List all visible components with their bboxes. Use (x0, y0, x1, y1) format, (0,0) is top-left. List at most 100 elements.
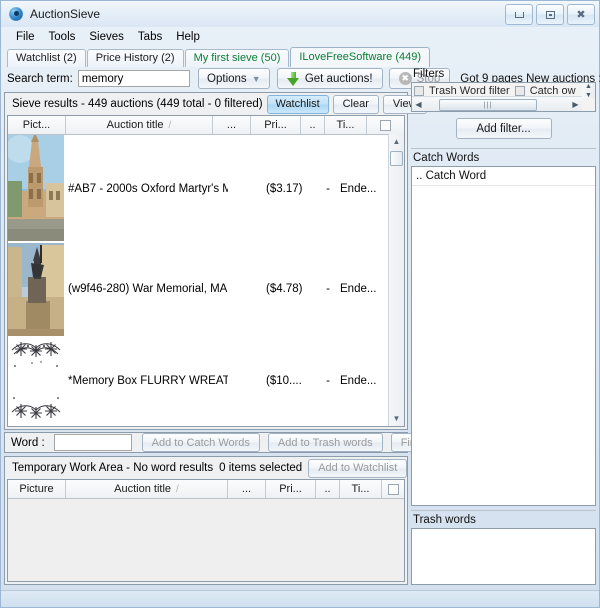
scroll-up-arrow-icon[interactable]: ▲ (585, 83, 592, 90)
title-bar: AuctionSieve ✖ (1, 1, 599, 27)
tab-my-first-sieve[interactable]: My first sieve (50) (184, 49, 290, 67)
column-select-all[interactable] (367, 116, 404, 134)
temp-column-dots-label: ... (241, 483, 252, 496)
select-all-checkbox[interactable] (387, 483, 399, 495)
sort-ascending-icon: / (176, 483, 179, 495)
trash-word-filter-checkbox[interactable] (414, 86, 424, 96)
scroll-down-arrow-icon[interactable]: ▼ (585, 92, 592, 99)
word-input[interactable] (53, 434, 132, 452)
list-item[interactable]: .. Catch Word (412, 167, 595, 186)
catch-words-list[interactable]: .. Catch Word (411, 166, 596, 506)
row-title-cell: #AB7 - 2000s Oxford Martyr's Memorial Po… (66, 183, 228, 195)
trash-words-group: Trash words (411, 513, 596, 585)
filters-vertical-scrollbar[interactable]: ▲ ▼ (582, 83, 595, 99)
column-time-label: Ti... (336, 119, 355, 132)
temp-column-bids-label: .. (324, 483, 331, 496)
filters-horizontal-scrollbar[interactable]: ◀ ||| ▶ (412, 96, 582, 111)
trash-words-list[interactable] (411, 528, 596, 585)
results-watchlist-button[interactable]: Watchlist (266, 94, 329, 114)
row-time-cell: Ende... (340, 374, 377, 387)
add-to-catch-words-button[interactable]: Add to Catch Words (141, 433, 260, 453)
sieve-results-title: Sieve results - 449 auctions (449 total … (12, 98, 263, 111)
hscrollbar-thumb[interactable]: ||| (439, 99, 537, 111)
temp-table-header: Picture Auction title / ... Pri... .. Ti… (8, 480, 404, 500)
row-bids-cell: - (326, 374, 330, 387)
temporary-work-area-panel: Temporary Work Area - No word results 0 … (4, 456, 408, 585)
filters-label: Filters (413, 68, 445, 80)
hscrollbar-track[interactable]: ||| (425, 98, 569, 111)
column-auction-title[interactable]: Auction title / (66, 116, 213, 135)
temporary-work-area-title: Temporary Work Area - No word results (12, 462, 214, 475)
menu-help[interactable]: Help (169, 29, 207, 45)
temporary-work-area-table: Picture Auction title / ... Pri... .. Ti… (7, 479, 405, 582)
row-time-cell: Ende... (340, 182, 377, 195)
flurry-wreath-rubber-stamp-thumbnail (8, 335, 64, 426)
scroll-down-arrow-icon[interactable]: ▼ (389, 411, 404, 426)
row-title-text: *Memory Box FLURRY WREATH Rubber Stamp (68, 374, 228, 387)
minimize-icon (514, 11, 524, 18)
column-price-label: Pri... (264, 119, 287, 132)
column-auction-title-label: Auction title (106, 119, 164, 132)
oxford-martyrs-memorial-postcard-thumbnail (8, 135, 64, 242)
items-selected-count: 0 items selected (219, 462, 303, 475)
column-bids[interactable]: .. (301, 116, 325, 135)
close-button[interactable]: ✖ (567, 4, 595, 25)
temp-column-bids[interactable]: .. (316, 480, 340, 499)
row-bids-cell: - (326, 283, 330, 296)
temp-column-picture[interactable]: Picture (8, 480, 66, 499)
menu-file[interactable]: File (9, 29, 42, 45)
column-picture[interactable]: Pict... (8, 116, 66, 135)
table-row[interactable]: #AB7 - 2000s Oxford Martyr's Memorial Po… (8, 135, 404, 244)
close-icon: ✖ (576, 8, 586, 21)
left-column: Search term: Options ▼ Get auctions! ✖ S… (4, 67, 600, 585)
options-button[interactable]: Options ▼ (197, 68, 270, 90)
select-all-checkbox[interactable] (380, 119, 391, 131)
table-row[interactable]: (w9f46-280) War Memorial, MANCHESTER 19V… (8, 242, 404, 337)
options-label: Options (207, 72, 247, 85)
temp-column-time[interactable]: Ti... (340, 480, 382, 499)
chevron-down-icon: ▼ (251, 73, 261, 84)
temp-column-price[interactable]: Pri... (266, 480, 316, 499)
temp-column-select-all[interactable] (382, 480, 404, 498)
filters-list[interactable]: Trash Word filter Catch ow ▲ ▼ ◀ ||| ▶ (411, 82, 596, 112)
tab-ilovefreesoftware[interactable]: ILoveFreeSoftware (449) (290, 47, 431, 67)
scroll-left-arrow-icon[interactable]: ◀ (412, 100, 425, 109)
minimize-button[interactable] (505, 4, 533, 25)
word-label: Word : (11, 436, 45, 449)
row-picture-cell (8, 135, 66, 244)
tab-price-history[interactable]: Price History (2) (86, 49, 184, 67)
scroll-up-arrow-icon[interactable]: ▲ (389, 134, 404, 149)
results-clear-button[interactable]: Clear (332, 94, 379, 114)
catch-word-filter-checkbox[interactable] (514, 86, 525, 96)
column-time[interactable]: Ti... (325, 116, 367, 135)
maximize-button[interactable] (536, 4, 564, 25)
column-bids-label: .. (309, 119, 316, 132)
scroll-right-arrow-icon[interactable]: ▶ (569, 100, 582, 109)
menu-sieves[interactable]: Sieves (82, 29, 131, 45)
get-auctions-button[interactable]: Get auctions! (276, 68, 383, 90)
search-term-label: Search term: (7, 72, 73, 85)
add-to-trash-words-button[interactable]: Add to Trash words (267, 433, 383, 453)
menu-tools[interactable]: Tools (42, 29, 83, 45)
temp-column-auction-title[interactable]: Auction title / (66, 480, 228, 499)
scrollbar-track[interactable] (389, 149, 404, 411)
scrollbar-thumb[interactable] (390, 151, 403, 167)
auctionsieve-globe-icon (9, 7, 23, 21)
tab-strip: Watchlist (2) Price History (2) My first… (1, 46, 599, 67)
results-table: Pict... Auction title / ... Pri... .. Ti… (7, 115, 405, 428)
add-to-watchlist-button[interactable]: Add to Watchlist (308, 458, 408, 478)
add-filter-button[interactable]: Add filter... (455, 118, 552, 139)
menu-tabs[interactable]: Tabs (131, 29, 169, 45)
get-auctions-label: Get auctions! (304, 72, 373, 85)
search-input[interactable] (77, 70, 190, 88)
trash-words-label: Trash words (413, 514, 476, 526)
sieve-results-header: Sieve results - 449 auctions (449 total … (5, 93, 427, 115)
tab-watchlist[interactable]: Watchlist (2) (7, 49, 86, 67)
status-bar (1, 590, 599, 607)
column-price[interactable]: Pri... (251, 116, 301, 135)
divider (411, 148, 596, 149)
results-vertical-scrollbar[interactable]: ▲ ▼ (388, 134, 404, 427)
table-row[interactable]: *Memory Box FLURRY WREATH Rubber StampVi… (8, 335, 404, 427)
temp-column-dots[interactable]: ... (228, 480, 266, 499)
column-dots[interactable]: ... (213, 116, 251, 135)
